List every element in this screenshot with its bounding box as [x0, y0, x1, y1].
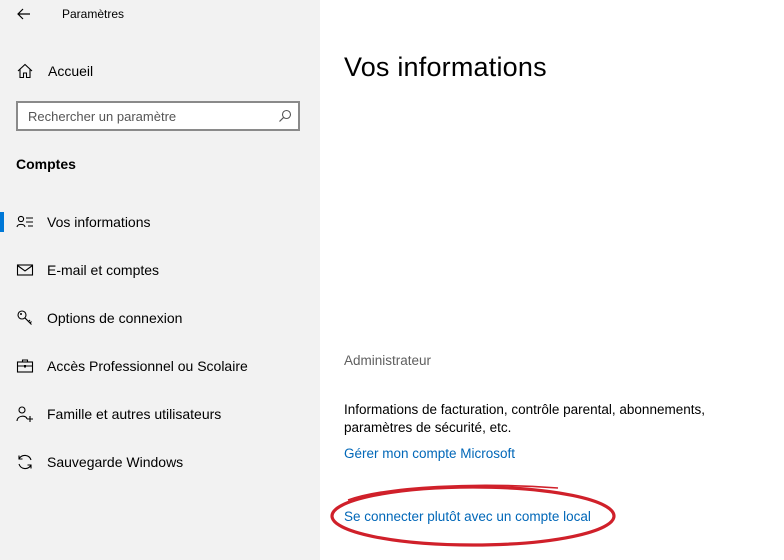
person-add-icon [16, 406, 33, 422]
briefcase-icon [16, 359, 34, 373]
sidebar-item-label: Accueil [48, 63, 94, 79]
sidebar-item-home[interactable]: Accueil [0, 56, 320, 86]
sidebar-item-label: Accès Professionnel ou Scolaire [47, 358, 248, 374]
sidebar-item-sign-in-options[interactable]: Options de connexion [0, 298, 320, 338]
sidebar-item-label: Famille et autres utilisateurs [47, 406, 222, 422]
selected-indicator [0, 212, 4, 232]
sidebar-item-windows-backup[interactable]: Sauvegarde Windows [0, 442, 320, 482]
home-icon [17, 63, 33, 79]
sidebar-item-label: E-mail et comptes [47, 262, 160, 278]
sidebar-item-vos-informations[interactable]: Vos informations [0, 202, 320, 242]
sidebar-item-label: Options de connexion [47, 310, 183, 326]
title-bar: Paramètres [0, 0, 320, 30]
settings-window: Paramètres Accueil Comptes Vos info [0, 0, 784, 560]
search-icon[interactable] [278, 109, 292, 123]
person-list-icon [16, 215, 33, 228]
local-account-link[interactable]: Se connecter plutôt avec un compte local [344, 509, 591, 524]
account-type-label: Administrateur [344, 353, 432, 368]
sidebar-item-work-school[interactable]: Accès Professionnel ou Scolaire [0, 346, 320, 386]
app-title: Paramètres [62, 7, 125, 21]
sidebar-item-label: Vos informations [47, 214, 151, 230]
sidebar-item-email-accounts[interactable]: E-mail et comptes [0, 250, 320, 290]
key-icon [17, 310, 32, 325]
back-button[interactable] [14, 4, 34, 24]
mail-icon [16, 264, 34, 276]
manage-microsoft-account-link[interactable]: Gérer mon compte Microsoft [344, 446, 515, 461]
page-title: Vos informations [344, 52, 547, 82]
search-input[interactable] [28, 107, 268, 125]
sidebar-item-label: Sauvegarde Windows [47, 454, 184, 470]
sync-icon [18, 454, 32, 470]
main-content: Vos informations Administrateur Informat… [320, 0, 784, 560]
section-title: Comptes [16, 156, 76, 172]
back-arrow-icon [17, 8, 30, 20]
search-box[interactable] [16, 101, 300, 131]
sidebar-item-family-users[interactable]: Famille et autres utilisateurs [0, 394, 320, 434]
sidebar: Paramètres Accueil Comptes Vos info [0, 0, 320, 560]
info-text: Informations de facturation, contrôle pa… [344, 402, 705, 435]
